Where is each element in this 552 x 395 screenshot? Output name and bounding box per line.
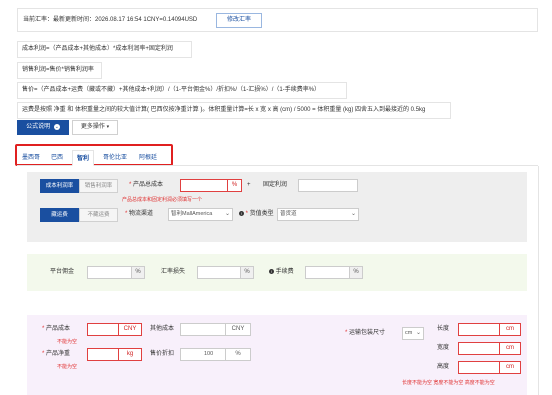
formula-shipping: 运费是按照 净重 和 体积重量之间的较大值计算( 巴西仅按净重计算 )。体积重量… (17, 102, 451, 119)
product-total-cost-input[interactable] (180, 179, 228, 192)
fixed-profit-label: 固定利润 (263, 182, 288, 188)
formula-button-label: 公式说明 (26, 124, 51, 130)
fee-label: ! 手续费 (269, 269, 294, 275)
formula-description-button[interactable]: 公式说明 ⌄ (17, 120, 69, 135)
formula-price: 售价=（产品成本+运费（藏或不藏）+其他成本+利润）/（1-平台佣金%）/折扣%… (17, 82, 347, 99)
product-cost-unit: CNY (118, 323, 142, 336)
net-weight-input[interactable] (87, 348, 119, 361)
product-cost-error: 不能为空 (57, 339, 78, 345)
tab-mexico[interactable]: 墨西哥 (18, 150, 44, 166)
exchange-loss-label: 汇率损失 (161, 269, 186, 275)
chevron-circle-down-icon: ⌄ (53, 124, 60, 130)
length-label: 长度 (437, 326, 450, 332)
logistics-channel-label: * 物流渠道 (125, 211, 154, 217)
exchange-loss-input[interactable] (197, 266, 241, 279)
other-cost-unit: CNY (225, 323, 251, 336)
rate-bar: 当前汇率：最新更新时间：2026.08.17 16:54 1CNY=0.1409… (17, 8, 538, 32)
tab-bar-underline (17, 165, 538, 166)
rate-info-text: 当前汇率：最新更新时间：2026.08.17 16:54 1CNY=0.1409… (23, 17, 198, 23)
other-cost-input[interactable] (180, 323, 226, 336)
formula-cost-profit: 成本利润=（产品成本+其他成本）*成本利润率+固定利润 (17, 41, 192, 58)
product-section: * 产品成本 CNY 不能为空 其他成本 CNY * 产品净重 kg 不能为空 … (27, 315, 527, 395)
commission-unit: % (131, 266, 145, 279)
chevron-down-icon: ⌄ (224, 211, 230, 217)
height-label: 高度 (437, 364, 450, 370)
plus-sign: + (247, 182, 251, 188)
package-unit-value: cm (405, 330, 413, 336)
chevron-down-icon: ⌄ (350, 211, 356, 217)
formula-sale-profit: 销售利润=售价*销售利润率 (17, 62, 102, 79)
height-unit: cm (499, 361, 521, 374)
goods-type-label: ! * 货值类型 (239, 211, 274, 217)
fees-section: 平台佣金 % 汇率损失 % ! 手续费 % (27, 254, 527, 291)
exclude-freight-toggle[interactable]: 不藏运费 (79, 208, 118, 222)
tab-argentina[interactable]: 阿根廷 (134, 150, 162, 166)
net-weight-label: * 产品净重 (42, 351, 71, 357)
exchange-loss-unit: % (240, 266, 254, 279)
package-unit-select[interactable]: cm ⌄ (402, 327, 424, 340)
goods-type-value: 普货道 (280, 211, 297, 217)
package-size-label: * 运输包装尺寸 (345, 330, 386, 336)
caret-down-icon: ▾ (106, 124, 110, 130)
more-button-label: 更多操作 (80, 124, 105, 130)
product-total-cost-unit: % (227, 179, 242, 192)
cost-profit-rate-toggle[interactable]: 成本利润率 (40, 179, 79, 193)
more-actions-button[interactable]: 更多操作 ▾ (72, 120, 118, 135)
discount-input[interactable]: 100 (180, 348, 226, 361)
tab-brazil[interactable]: 巴西 (46, 150, 68, 166)
length-input[interactable] (458, 323, 500, 336)
other-cost-label: 其他成本 (150, 326, 175, 332)
height-input[interactable] (458, 361, 500, 374)
info-circle-icon: ! (269, 269, 274, 274)
logistics-channel-select[interactable]: 智利MallAmerica ⌄ (168, 208, 233, 221)
sale-profit-rate-toggle[interactable]: 销售利润率 (79, 179, 118, 193)
discount-label: 售价折扣 (150, 351, 175, 357)
fixed-profit-input[interactable] (298, 179, 358, 192)
scrollbar-track[interactable] (538, 166, 539, 395)
commission-label: 平台佣金 (50, 269, 75, 275)
product-total-cost-label: * 产品总成本 (129, 182, 164, 188)
fee-unit: % (349, 266, 363, 279)
chevron-down-icon: ⌄ (415, 330, 421, 336)
width-input[interactable] (458, 342, 500, 355)
fee-input[interactable] (305, 266, 350, 279)
channel-value: 智利MallAmerica (171, 211, 213, 217)
modify-rate-button[interactable]: 修改汇率 (216, 13, 262, 28)
dimension-errors: 长度不能为空 宽度不能为空 高度不能为空 (402, 380, 495, 386)
product-cost-input[interactable] (87, 323, 119, 336)
net-weight-error: 不能为空 (57, 364, 78, 370)
profit-error-text: 产品总成本和固定利润必须填写一个 (122, 197, 203, 203)
width-unit: cm (499, 342, 521, 355)
net-weight-unit: kg (118, 348, 142, 361)
commission-input[interactable] (87, 266, 132, 279)
length-unit: cm (499, 323, 521, 336)
width-label: 宽度 (437, 345, 450, 351)
discount-unit: % (225, 348, 251, 361)
tab-chile[interactable]: 智利 (72, 150, 94, 166)
goods-type-select[interactable]: 普货道 ⌄ (277, 208, 359, 221)
tab-colombia[interactable]: 哥伦比亚 (98, 150, 132, 166)
product-cost-label: * 产品成本 (42, 326, 71, 332)
include-freight-toggle[interactable]: 藏运费 (40, 208, 79, 222)
profit-section: 成本利润率 销售利润率 * 产品总成本 % + 固定利润 产品总成本和固定利润必… (27, 172, 527, 242)
